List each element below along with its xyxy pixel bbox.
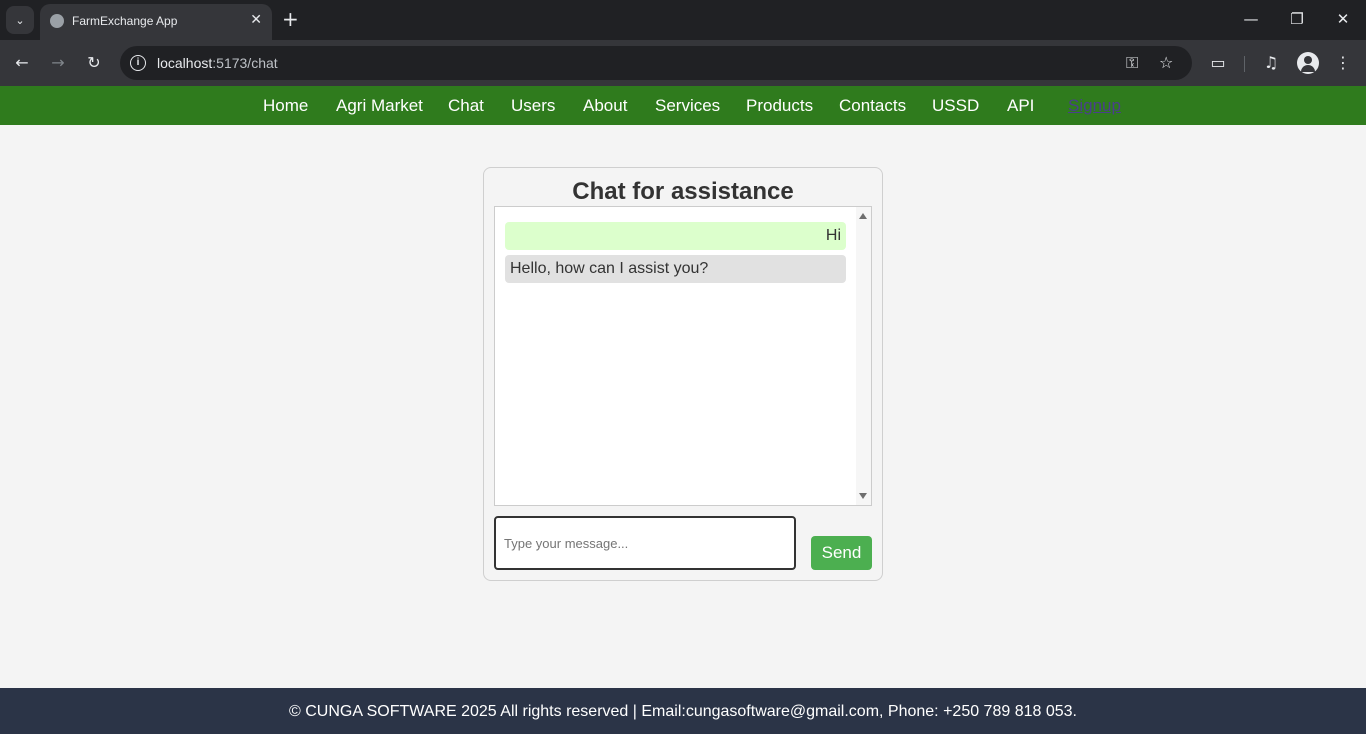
scroll-down-icon[interactable] bbox=[859, 493, 867, 499]
message-list-scrollbar[interactable] bbox=[856, 207, 871, 505]
user-message: Hi bbox=[505, 222, 846, 250]
restore-icon[interactable]: ❐ bbox=[1285, 8, 1309, 30]
scroll-up-icon[interactable] bbox=[859, 213, 867, 219]
url-text[interactable]: localhost:5173/chat bbox=[157, 55, 278, 71]
tab-title: FarmExchange App bbox=[72, 14, 178, 28]
message-input[interactable] bbox=[494, 516, 796, 570]
back-arrow-icon[interactable]: ← bbox=[10, 51, 34, 75]
nav-ussd[interactable]: USSD bbox=[932, 96, 979, 116]
send-button[interactable]: Send bbox=[811, 536, 872, 570]
chat-title: Chat for assistance bbox=[572, 178, 794, 205]
media-queue-icon[interactable]: ♫ bbox=[1259, 51, 1283, 75]
toolbar-divider bbox=[1244, 56, 1245, 72]
key-icon[interactable]: ⚿ bbox=[1126, 53, 1138, 73]
profile-icon[interactable] bbox=[1297, 52, 1319, 74]
address-bar[interactable]: i localhost:5173/chat ⚿ ☆ bbox=[120, 46, 1192, 80]
close-tab-icon[interactable]: ✕ bbox=[250, 12, 262, 28]
browser-toolbar: ← → ↻ i localhost:5173/chat ⚿ ☆ ▭ ♫ ⋮ bbox=[0, 40, 1366, 86]
nav-api[interactable]: API bbox=[1007, 96, 1034, 116]
new-tab-icon[interactable]: + bbox=[282, 8, 299, 30]
bot-message: Hello, how can I assist you? bbox=[505, 255, 846, 283]
browser-tab[interactable]: FarmExchange App ✕ bbox=[40, 4, 272, 40]
url-host: localhost bbox=[157, 55, 213, 71]
tab-search-button[interactable]: ⌄ bbox=[6, 6, 34, 34]
nav-services[interactable]: Services bbox=[655, 96, 720, 116]
nav-agri-market[interactable]: Agri Market bbox=[336, 96, 423, 116]
globe-icon bbox=[50, 14, 64, 28]
nav-about[interactable]: About bbox=[583, 96, 627, 116]
forward-arrow-icon[interactable]: → bbox=[46, 51, 70, 75]
nav-users[interactable]: Users bbox=[511, 96, 555, 116]
reload-icon[interactable]: ↻ bbox=[82, 51, 106, 75]
star-icon[interactable]: ☆ bbox=[1159, 53, 1173, 73]
chevron-down-icon: ⌄ bbox=[15, 13, 25, 27]
info-icon[interactable]: i bbox=[130, 55, 146, 71]
nav-products[interactable]: Products bbox=[746, 96, 813, 116]
footer: © CUNGA SOFTWARE 2025 All rights reserve… bbox=[0, 688, 1366, 734]
browser-tab-bar: ⌄ FarmExchange App ✕ + — ❐ ✕ bbox=[0, 0, 1366, 40]
url-path: :5173/chat bbox=[212, 55, 278, 71]
kebab-menu-icon[interactable]: ⋮ bbox=[1331, 51, 1355, 75]
puzzle-icon[interactable]: ▭ bbox=[1206, 51, 1230, 75]
nav-home[interactable]: Home bbox=[263, 96, 308, 116]
main-navigation: Home Agri Market Chat Users About Servic… bbox=[0, 86, 1366, 125]
close-window-icon[interactable]: ✕ bbox=[1331, 8, 1355, 30]
nav-signup-link[interactable]: Signup bbox=[1068, 96, 1121, 116]
nav-contacts[interactable]: Contacts bbox=[839, 96, 906, 116]
footer-text: © CUNGA SOFTWARE 2025 All rights reserve… bbox=[289, 703, 1077, 720]
minimize-icon[interactable]: — bbox=[1239, 8, 1263, 30]
nav-chat[interactable]: Chat bbox=[448, 96, 484, 116]
chat-panel: Chat for assistance Hi Hello, how can I … bbox=[483, 167, 883, 581]
message-list[interactable]: Hi Hello, how can I assist you? bbox=[494, 206, 872, 506]
